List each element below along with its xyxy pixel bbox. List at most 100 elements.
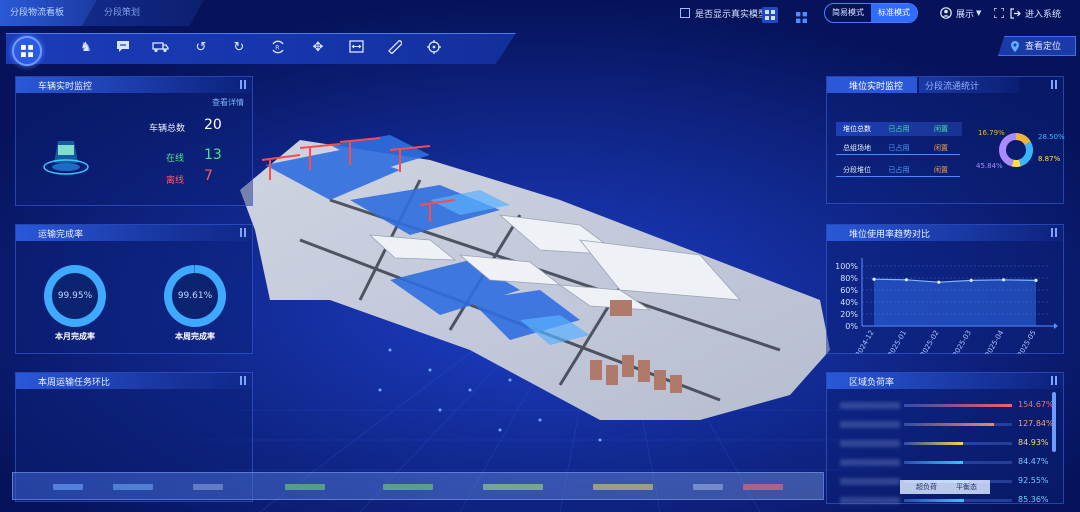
load-bar-value: 92.55% bbox=[1018, 476, 1049, 485]
x-tick-label: 2024-12 bbox=[854, 329, 876, 354]
stack-row-name: 总组场地 bbox=[843, 144, 871, 152]
legend-swatch bbox=[383, 484, 433, 490]
load-bar-track bbox=[904, 423, 1012, 426]
load-bar-value: 85.36% bbox=[1018, 495, 1049, 504]
user-menu[interactable]: 展示 ▼ bbox=[940, 3, 981, 23]
x-tick-label: 2025-01 bbox=[887, 329, 909, 354]
month-completion-label: 本月完成率 bbox=[55, 332, 95, 341]
logout-icon bbox=[1010, 7, 1021, 19]
real-model-toggle[interactable]: 是否显示真实模型 bbox=[680, 3, 767, 23]
tab-segment-planning[interactable]: 分段策划 bbox=[82, 0, 204, 26]
donut-label: 16.79% bbox=[978, 129, 1005, 137]
truck-icon[interactable] bbox=[152, 40, 169, 56]
stack-table-header: 堆位总数 已占用 闲置 bbox=[836, 122, 962, 136]
chevron-down-icon: ▼ bbox=[976, 9, 982, 17]
reset-view-icon[interactable]: R bbox=[270, 40, 286, 56]
map-legend-bar bbox=[12, 472, 824, 500]
mode-simple-button[interactable]: 简易模式 bbox=[825, 4, 871, 22]
load-bar-fill bbox=[904, 423, 994, 426]
crosshair-icon[interactable] bbox=[426, 40, 442, 56]
legend-swatch bbox=[593, 484, 653, 490]
legend-swatch bbox=[483, 484, 543, 490]
svg-text:R: R bbox=[275, 45, 279, 52]
legend-swatch bbox=[193, 484, 223, 490]
load-bar-value: 84.47% bbox=[1018, 457, 1049, 466]
stack-tab-other-label: 分段流通统计 bbox=[925, 82, 980, 92]
load-area-label bbox=[840, 478, 900, 485]
week-completion-value: 99.61% bbox=[177, 291, 213, 301]
x-tick-label: 2025-05 bbox=[1016, 329, 1038, 354]
vehicle-online-label: 在线 bbox=[166, 154, 185, 164]
vehicle-online-value: 13 bbox=[204, 147, 222, 163]
move-icon[interactable]: ✥ bbox=[310, 40, 326, 56]
legend-swatch bbox=[113, 484, 153, 490]
enter-system-label: 进入系统 bbox=[1025, 9, 1062, 20]
vehicle-panel-title: 车辆实时监控 bbox=[38, 82, 93, 92]
stack-table-row: 分段堆位 已占用 闲置 bbox=[836, 165, 962, 175]
data-point bbox=[1002, 278, 1006, 282]
undo-icon[interactable]: ↺ bbox=[193, 40, 209, 56]
data-point bbox=[904, 278, 908, 282]
load-area-label bbox=[840, 421, 900, 428]
trend-panel-title: 堆位使用率趋势对比 bbox=[849, 230, 931, 240]
layout-grid-icon[interactable] bbox=[796, 7, 807, 27]
vehicle-detail-link[interactable]: 查看详情 bbox=[212, 97, 244, 108]
fit-width-icon[interactable] bbox=[348, 40, 364, 56]
view-location-label: 查看定位 bbox=[1025, 42, 1062, 52]
crane-icon[interactable]: ♞ bbox=[78, 40, 94, 56]
enter-system-button[interactable]: 进入系统 bbox=[1010, 3, 1061, 23]
load-bar-fill bbox=[904, 461, 964, 464]
vehicle-monitor-panel: 车辆实时监控 查看详情 车辆总数 20 在线 13 离线 7 bbox=[15, 76, 253, 206]
user-label: 展示 bbox=[956, 9, 975, 20]
ruler-icon[interactable] bbox=[387, 39, 404, 56]
home-grid-button[interactable] bbox=[12, 36, 42, 66]
x-tick-label: 2025-03 bbox=[951, 329, 973, 354]
load-bar-value: 127.84% bbox=[1018, 419, 1054, 428]
load-scrollbar[interactable] bbox=[1052, 392, 1056, 452]
legend-swatch bbox=[693, 484, 723, 490]
transport-completion-panel: 运输完成率 99.95% 本月完成率 99.61% 本周完成率 bbox=[15, 224, 253, 354]
load-bar-track bbox=[904, 442, 1012, 445]
stack-row-occupied: 已占用 bbox=[888, 166, 910, 174]
usage-trend-chart: 0% 20% 40% 60% 80% 100% 2024-12 2025-01 2025-02 2… bbox=[835, 258, 1058, 354]
donut-label: 45.84% bbox=[976, 162, 1003, 170]
grid-view-icon[interactable] bbox=[762, 7, 778, 23]
location-pin-icon bbox=[1011, 41, 1019, 52]
donut-label: 28.50% bbox=[1038, 133, 1065, 141]
stack-header-occupied: 已占用 bbox=[888, 125, 910, 133]
vehicle-hologram-icon bbox=[40, 127, 92, 177]
load-bar-track bbox=[904, 461, 1012, 464]
stack-tab-active-label: 堆位实时监控 bbox=[849, 82, 904, 92]
y-tick-label: 80% bbox=[840, 274, 858, 283]
y-tick-label: 100% bbox=[835, 262, 858, 271]
view-location-button[interactable]: 查看定位 bbox=[998, 36, 1076, 56]
y-tick-label: 60% bbox=[840, 286, 858, 295]
x-tick-label: 2025-04 bbox=[984, 329, 1006, 354]
mode-standard-button[interactable]: 标准模式 bbox=[871, 4, 917, 22]
x-tick-label: 2025-02 bbox=[919, 329, 941, 354]
mode-switch[interactable]: 简易模式 标准模式 bbox=[824, 3, 918, 23]
load-bar-value: 84.93% bbox=[1018, 438, 1049, 447]
redo-icon[interactable]: ↻ bbox=[231, 40, 247, 56]
real-model-checkbox[interactable] bbox=[680, 8, 690, 18]
stack-row-idle: 闲置 bbox=[934, 144, 948, 152]
load-bar-fill bbox=[904, 404, 1012, 407]
week-completion-label: 本周完成率 bbox=[175, 332, 215, 341]
vehicle-total-value: 20 bbox=[204, 117, 222, 133]
stack-header-idle: 闲置 bbox=[934, 125, 948, 133]
series-area bbox=[874, 279, 1036, 326]
vehicle-offline-label: 离线 bbox=[166, 176, 185, 186]
vehicle-total-label: 车辆总数 bbox=[149, 124, 186, 134]
comment-icon[interactable] bbox=[115, 40, 131, 56]
legend-balanced: 平衡态 bbox=[956, 483, 977, 491]
donut-label: 8.87% bbox=[1038, 155, 1061, 163]
load-bar-track bbox=[904, 404, 1012, 407]
load-panel-title: 区域负荷率 bbox=[849, 378, 895, 388]
fullscreen-icon[interactable] bbox=[994, 3, 1004, 23]
stack-row-name: 分段堆位 bbox=[843, 166, 871, 174]
stack-header-total: 堆位总数 bbox=[843, 125, 871, 133]
y-tick-label: 20% bbox=[840, 310, 858, 319]
legend-swatch bbox=[743, 484, 783, 490]
stack-row-idle: 闲置 bbox=[934, 166, 948, 174]
load-area-label bbox=[840, 402, 900, 409]
